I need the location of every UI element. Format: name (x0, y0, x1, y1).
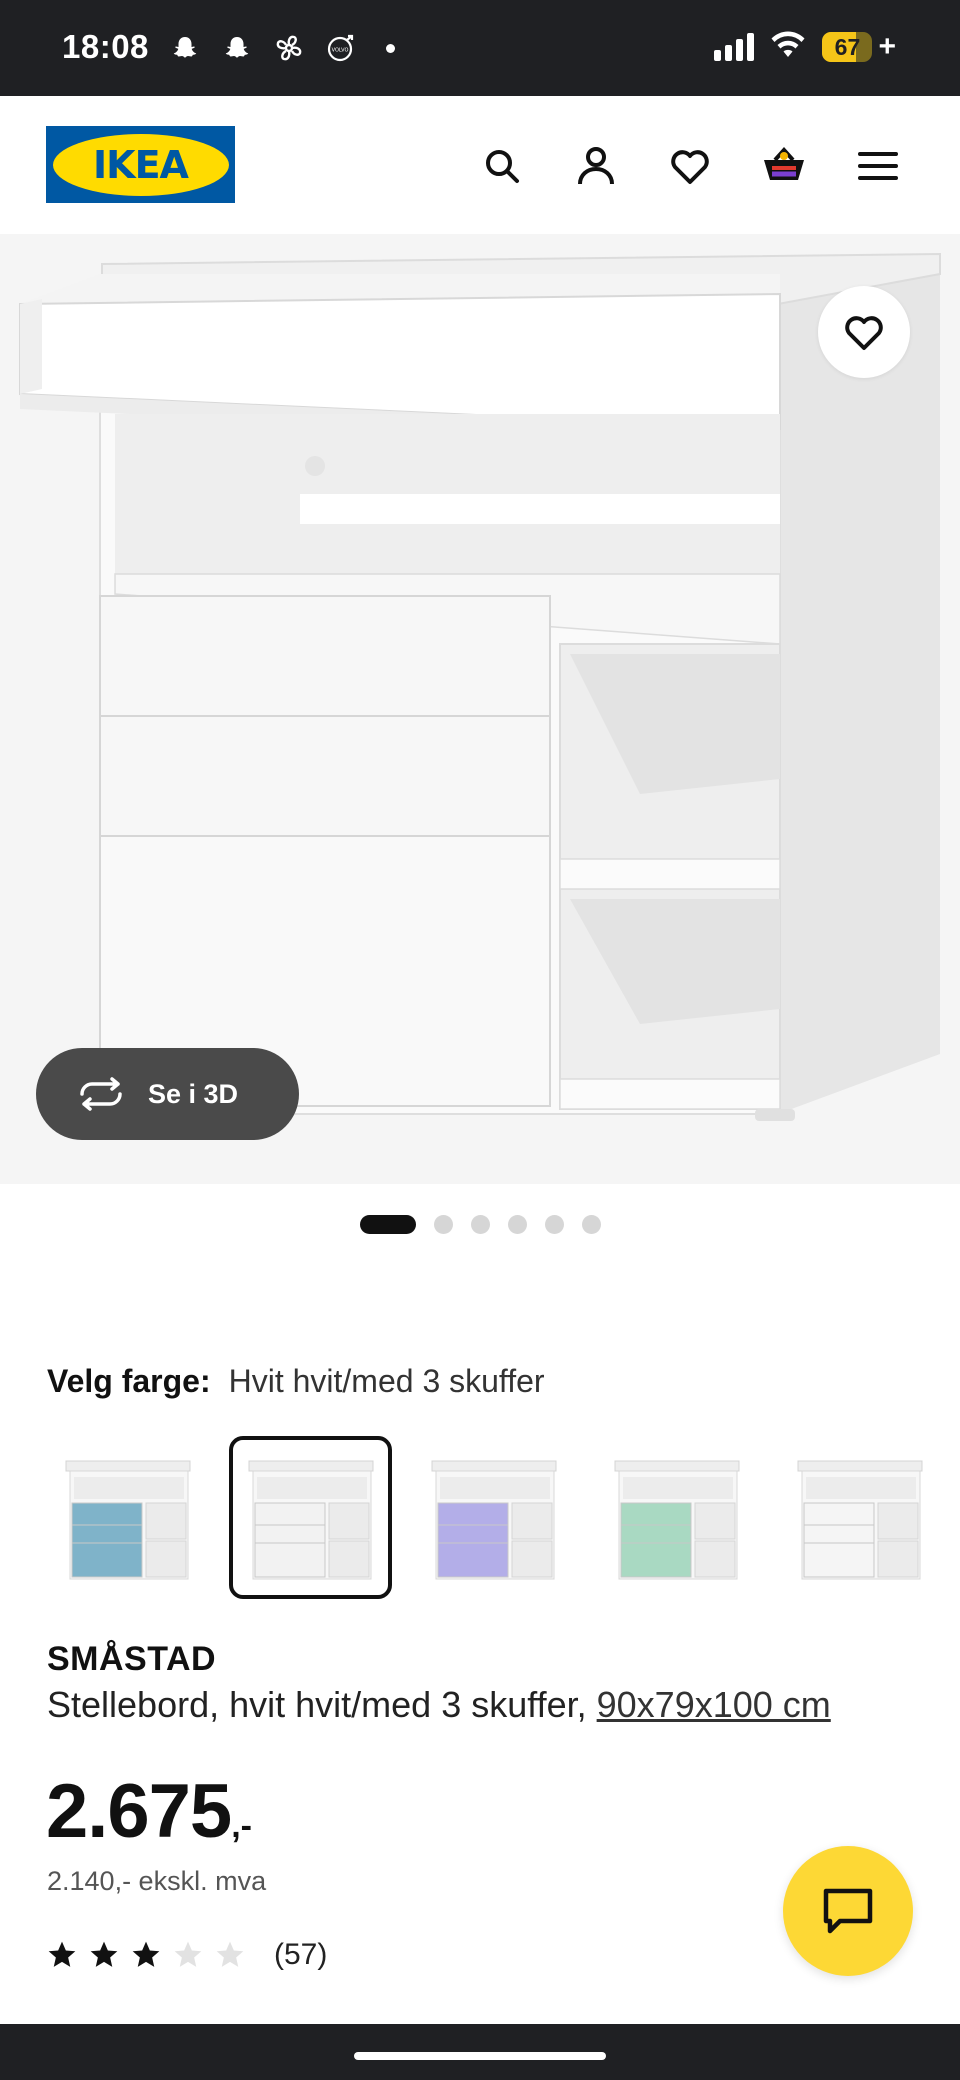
swatch-thumbnail (797, 1460, 922, 1579)
cart-icon[interactable] (756, 138, 812, 194)
carousel-dot[interactable] (544, 1215, 564, 1234)
carousel-dot[interactable] (581, 1215, 601, 1234)
signal-icon (714, 33, 755, 61)
battery-level: 67 (834, 33, 861, 60)
dot-icon (386, 43, 395, 53)
search-icon[interactable] (474, 138, 530, 194)
chat-button[interactable] (783, 1846, 913, 1976)
swatch-thumbnail (614, 1460, 739, 1579)
review-count: (57) (274, 1938, 328, 1971)
status-bar: 18:08 VOLVO 67 + (0, 0, 960, 96)
product-description-text: Stellebord, hvit hvit/med 3 skuffer, (47, 1684, 597, 1725)
snapchat-icon (218, 29, 256, 67)
snapchat-icon (166, 29, 204, 67)
fan-icon (270, 29, 308, 67)
header-actions (474, 138, 906, 194)
rotate-3d-icon (80, 1077, 122, 1111)
view-in-3d-button[interactable]: Se i 3D (36, 1048, 299, 1140)
star-empty-icon (216, 1941, 244, 1967)
changing-table-illustration (0, 234, 960, 1184)
home-indicator[interactable] (354, 2052, 606, 2060)
star-filled-icon (48, 1941, 76, 1967)
star-filled-icon (132, 1941, 160, 1967)
status-system-icons: 67 + (714, 30, 896, 64)
product-price: 2.675 ,- (46, 1768, 252, 1855)
price-ex-vat: 2.140,- ekskl. mva (47, 1866, 267, 1896)
logo-text: IKEA (93, 142, 189, 187)
status-time: 18:08 (62, 28, 149, 65)
product-rating[interactable]: (57) (46, 1938, 327, 1972)
status-notification-icons: VOLVO (166, 30, 395, 66)
selected-color-value: Hvit hvit/med 3 skuffer (228, 1363, 545, 1399)
battery-icon: 67 (822, 32, 873, 62)
carousel-dot[interactable] (507, 1215, 527, 1234)
carousel-dot[interactable] (433, 1215, 453, 1234)
product-description: Stellebord, hvit hvit/med 3 skuffer, 90x… (47, 1684, 831, 1726)
price-amount: 2.675 (46, 1769, 232, 1854)
home-indicator-bar (0, 2024, 960, 2080)
color-swatch[interactable] (229, 1436, 392, 1599)
site-header: IKEA (0, 96, 960, 234)
swatch-thumbnail (248, 1460, 373, 1579)
wifi-icon (770, 31, 806, 64)
color-swatch[interactable] (412, 1436, 575, 1599)
color-swatch[interactable] (46, 1436, 209, 1599)
rating-stars (46, 1939, 246, 1971)
logo-oval: IKEA (52, 133, 229, 196)
color-label: Velg farge: (47, 1363, 211, 1399)
color-selector-heading: Velg farge: Hvit hvit/med 3 skuffer (47, 1363, 545, 1400)
heart-icon (845, 316, 883, 350)
product-name: SMÅSTAD (47, 1640, 217, 1678)
product-image[interactable]: Se i 3D (0, 234, 960, 1184)
star-filled-icon (90, 1941, 118, 1967)
price-suffix: ,- (231, 1807, 252, 1845)
profile-icon[interactable] (568, 138, 624, 194)
image-carousel-dots (0, 1215, 960, 1234)
product-dimensions-link[interactable]: 90x79x100 cm (597, 1684, 831, 1725)
color-swatch[interactable] (778, 1436, 941, 1599)
view-in-3d-label: Se i 3D (148, 1078, 239, 1109)
carousel-dot[interactable] (470, 1215, 490, 1234)
star-empty-icon (174, 1941, 202, 1967)
add-to-favorites-button[interactable] (818, 286, 910, 378)
charging-plus-icon: + (878, 30, 896, 63)
heart-icon[interactable] (662, 138, 718, 194)
ikea-logo[interactable]: IKEA (46, 126, 235, 203)
color-swatch-list (46, 1436, 960, 1599)
carousel-dot[interactable] (359, 1215, 416, 1234)
color-swatch[interactable] (595, 1436, 758, 1599)
svg-text:VOLVO: VOLVO (332, 48, 349, 54)
menu-icon[interactable] (850, 138, 906, 194)
volvo-icon: VOLVO (322, 29, 360, 67)
swatch-thumbnail (431, 1460, 556, 1579)
chat-icon (823, 1888, 873, 1934)
swatch-thumbnail (65, 1460, 190, 1579)
